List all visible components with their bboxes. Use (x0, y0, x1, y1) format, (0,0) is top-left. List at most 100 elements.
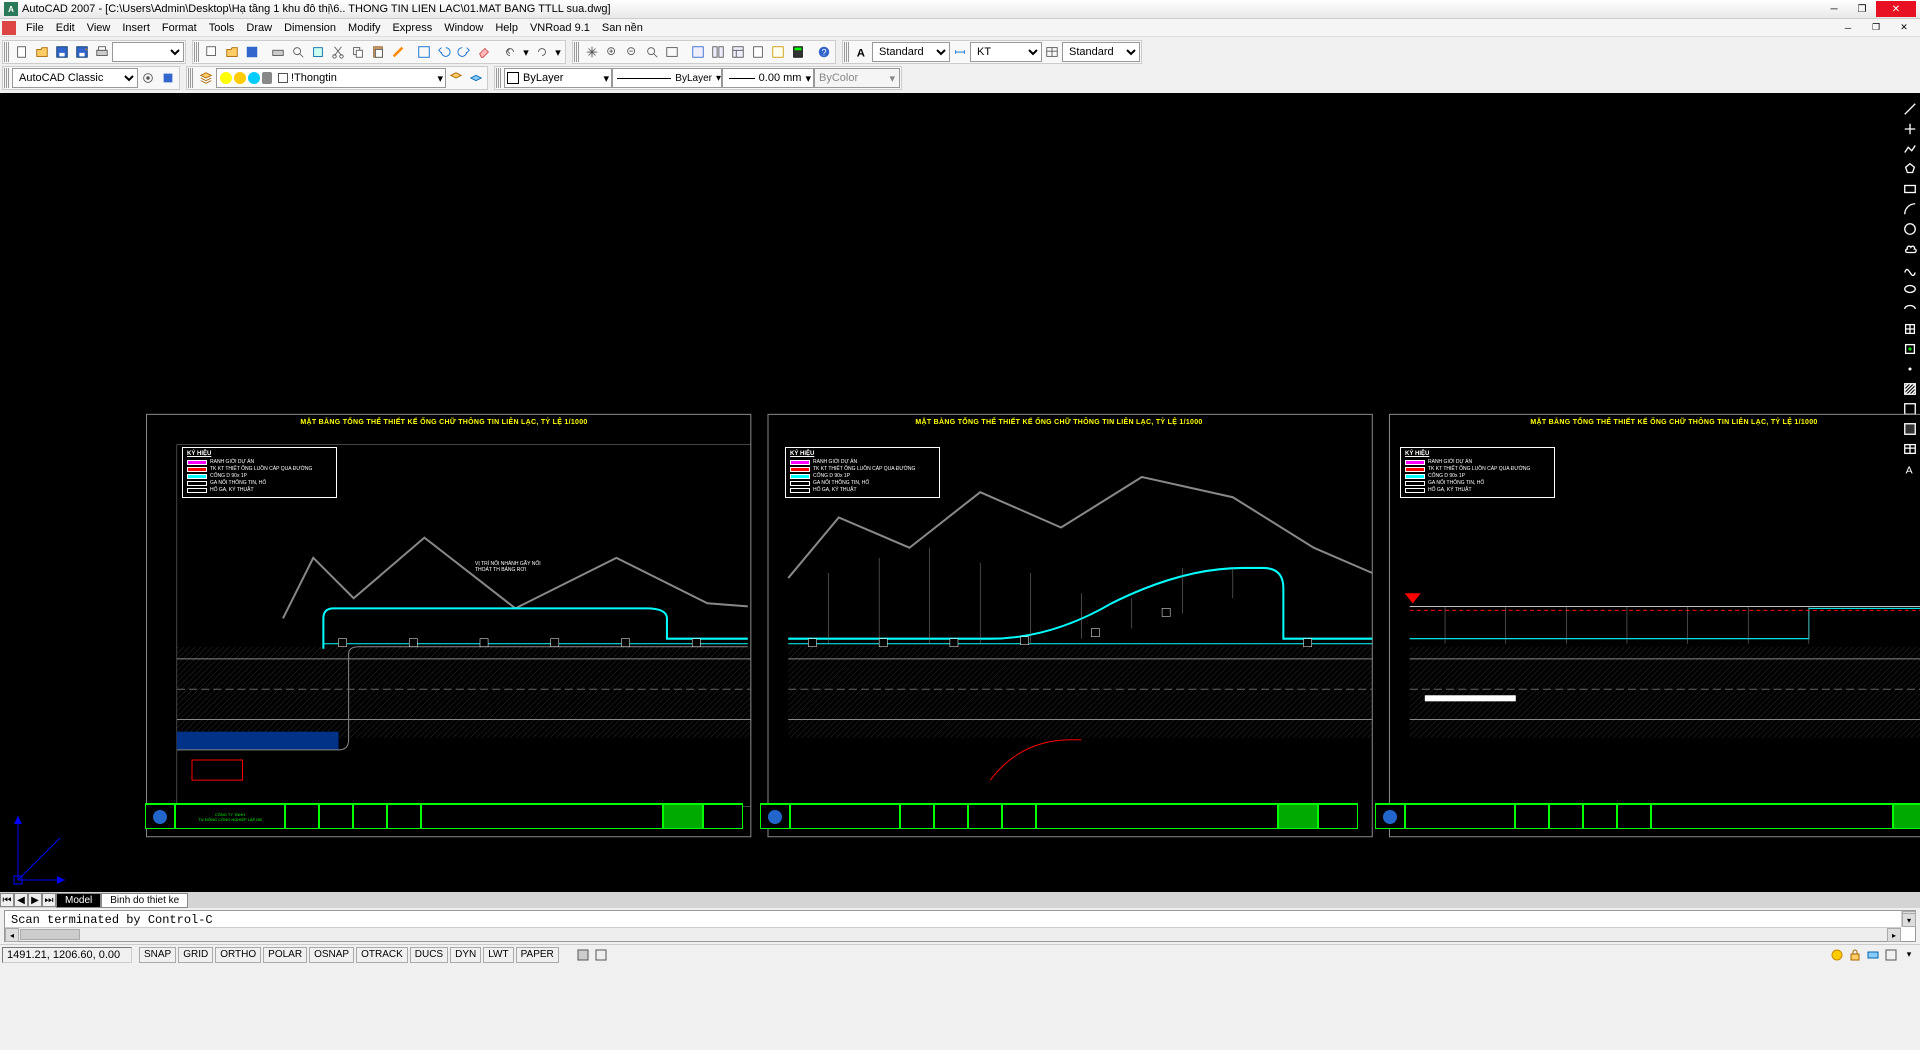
zoom-rt-button[interactable] (603, 42, 621, 62)
tab-next-button[interactable]: ▶ (28, 893, 42, 907)
menu-modify[interactable]: Modify (342, 21, 386, 35)
tray-max-icon[interactable] (1883, 947, 1899, 963)
linetype-select[interactable]: ByLayer▾ (612, 68, 722, 88)
qnew-button[interactable] (13, 42, 31, 62)
menu-window[interactable]: Window (438, 21, 489, 35)
status-icon-1[interactable] (575, 947, 591, 963)
command-hscroll[interactable]: ◂▸ (5, 927, 1901, 941)
paste-button[interactable] (369, 42, 387, 62)
menu-sannen[interactable]: San nền (596, 21, 649, 35)
menu-edit[interactable]: Edit (50, 21, 81, 35)
menu-help[interactable]: Help (489, 21, 524, 35)
layerprops-button[interactable] (197, 68, 215, 88)
layer-current[interactable]: !Thongtin (291, 72, 337, 84)
menu-insert[interactable]: Insert (116, 21, 156, 35)
tray-arrow-icon[interactable]: ▾ (1901, 947, 1917, 963)
zoom-out-button[interactable] (623, 42, 641, 62)
open-button[interactable] (33, 42, 51, 62)
command-window[interactable]: Scan terminated by Control-C ▴ ▾ ◂▸ (4, 910, 1916, 942)
tab-prev-button[interactable]: ◀ (14, 893, 28, 907)
doc-minimize-button[interactable]: ─ (1834, 20, 1862, 36)
coord-readout[interactable]: 1491.21, 1206.60, 0.00 (2, 947, 132, 963)
save2-button[interactable] (243, 42, 261, 62)
tablestyle-icon[interactable] (1043, 42, 1061, 62)
workspace-select-empty[interactable] (112, 42, 184, 62)
grid-toggle[interactable]: GRID (178, 947, 213, 963)
help-button[interactable]: ? (815, 42, 833, 62)
menu-tools[interactable]: Tools (203, 21, 241, 35)
doc-close-button[interactable]: ✕ (1890, 20, 1918, 36)
matchprop-button[interactable] (389, 42, 407, 62)
eraser-button[interactable] (475, 42, 493, 62)
layout-tab[interactable]: Binh do thiet ke (101, 893, 188, 908)
layer-state-button[interactable] (467, 68, 485, 88)
textstyle-icon[interactable]: A (853, 42, 871, 62)
undo2-button[interactable] (501, 42, 519, 62)
save-button[interactable] (53, 42, 71, 62)
ws-save-button[interactable] (159, 68, 177, 88)
menu-file[interactable]: File (20, 21, 50, 35)
undo-button[interactable] (435, 42, 453, 62)
tp-button[interactable] (729, 42, 747, 62)
menu-express[interactable]: Express (386, 21, 438, 35)
maximize-button[interactable]: ❐ (1848, 1, 1876, 17)
calc-button[interactable] (789, 42, 807, 62)
ws-settings-button[interactable] (139, 68, 157, 88)
blockeditor-button[interactable] (415, 42, 433, 62)
dropdown2-icon[interactable]: ▾ (553, 42, 563, 62)
plot2-button[interactable] (269, 42, 287, 62)
lineweight-select[interactable]: 0.00 mm (759, 72, 802, 84)
osnap-toggle[interactable]: OSNAP (309, 947, 354, 963)
doc-restore-button[interactable]: ❐ (1862, 20, 1890, 36)
redo-button[interactable] (455, 42, 473, 62)
comm-center-icon[interactable] (1829, 947, 1845, 963)
menu-draw[interactable]: Draw (240, 21, 278, 35)
dropdown-icon[interactable]: ▾ (521, 42, 531, 62)
redo2-button[interactable] (533, 42, 551, 62)
color-select[interactable]: ByLayer (523, 72, 563, 84)
model-tab[interactable]: Model (56, 893, 101, 908)
dimstyle-icon[interactable] (951, 42, 969, 62)
command-vscroll[interactable]: ▴ ▾ (1901, 911, 1915, 927)
model-space[interactable]: A (0, 93, 1920, 908)
textstyle-select[interactable]: Standard (872, 42, 950, 62)
ortho-toggle[interactable]: ORTHO (215, 947, 261, 963)
paper-toggle[interactable]: PAPER (516, 947, 559, 963)
menu-vnroad[interactable]: VNRoad 9.1 (524, 21, 596, 35)
markup-button[interactable] (769, 42, 787, 62)
cut-button[interactable] (329, 42, 347, 62)
snap-toggle[interactable]: SNAP (139, 947, 176, 963)
menu-format[interactable]: Format (156, 21, 203, 35)
zoom-prev-button[interactable] (663, 42, 681, 62)
tray-lock-icon[interactable] (1847, 947, 1863, 963)
layer-prev-button[interactable] (447, 68, 465, 88)
prop-button[interactable] (689, 42, 707, 62)
copy-button[interactable] (349, 42, 367, 62)
tray-toolbar-icon[interactable] (1865, 947, 1881, 963)
workspace-select[interactable]: AutoCAD Classic (12, 68, 138, 88)
saveas-button[interactable] (73, 42, 91, 62)
ssm-button[interactable] (749, 42, 767, 62)
tab-last-button[interactable]: ⏭ (42, 893, 56, 907)
tablestyle-select[interactable]: Standard (1062, 42, 1140, 62)
menu-view[interactable]: View (81, 21, 117, 35)
dyn-toggle[interactable]: DYN (450, 947, 481, 963)
open2-button[interactable] (223, 42, 241, 62)
close-button[interactable]: ✕ (1876, 1, 1916, 17)
preview-button[interactable] (289, 42, 307, 62)
dimstyle-select[interactable]: KT (970, 42, 1042, 62)
zoom-window-button[interactable] (643, 42, 661, 62)
status-icon-2[interactable] (593, 947, 609, 963)
pan-button[interactable] (583, 42, 601, 62)
minimize-button[interactable]: ─ (1820, 1, 1848, 17)
otrack-toggle[interactable]: OTRACK (356, 947, 408, 963)
new-window-button[interactable] (203, 42, 221, 62)
dc-button[interactable] (709, 42, 727, 62)
lwt-toggle[interactable]: LWT (483, 947, 513, 963)
publish-button[interactable] (309, 42, 327, 62)
menu-dimension[interactable]: Dimension (278, 21, 342, 35)
tab-first-button[interactable]: ⏮ (0, 893, 14, 907)
polar-toggle[interactable]: POLAR (263, 947, 307, 963)
layer-dropdown-icon[interactable]: ▾ (437, 72, 443, 85)
ducs-toggle[interactable]: DUCS (410, 947, 448, 963)
